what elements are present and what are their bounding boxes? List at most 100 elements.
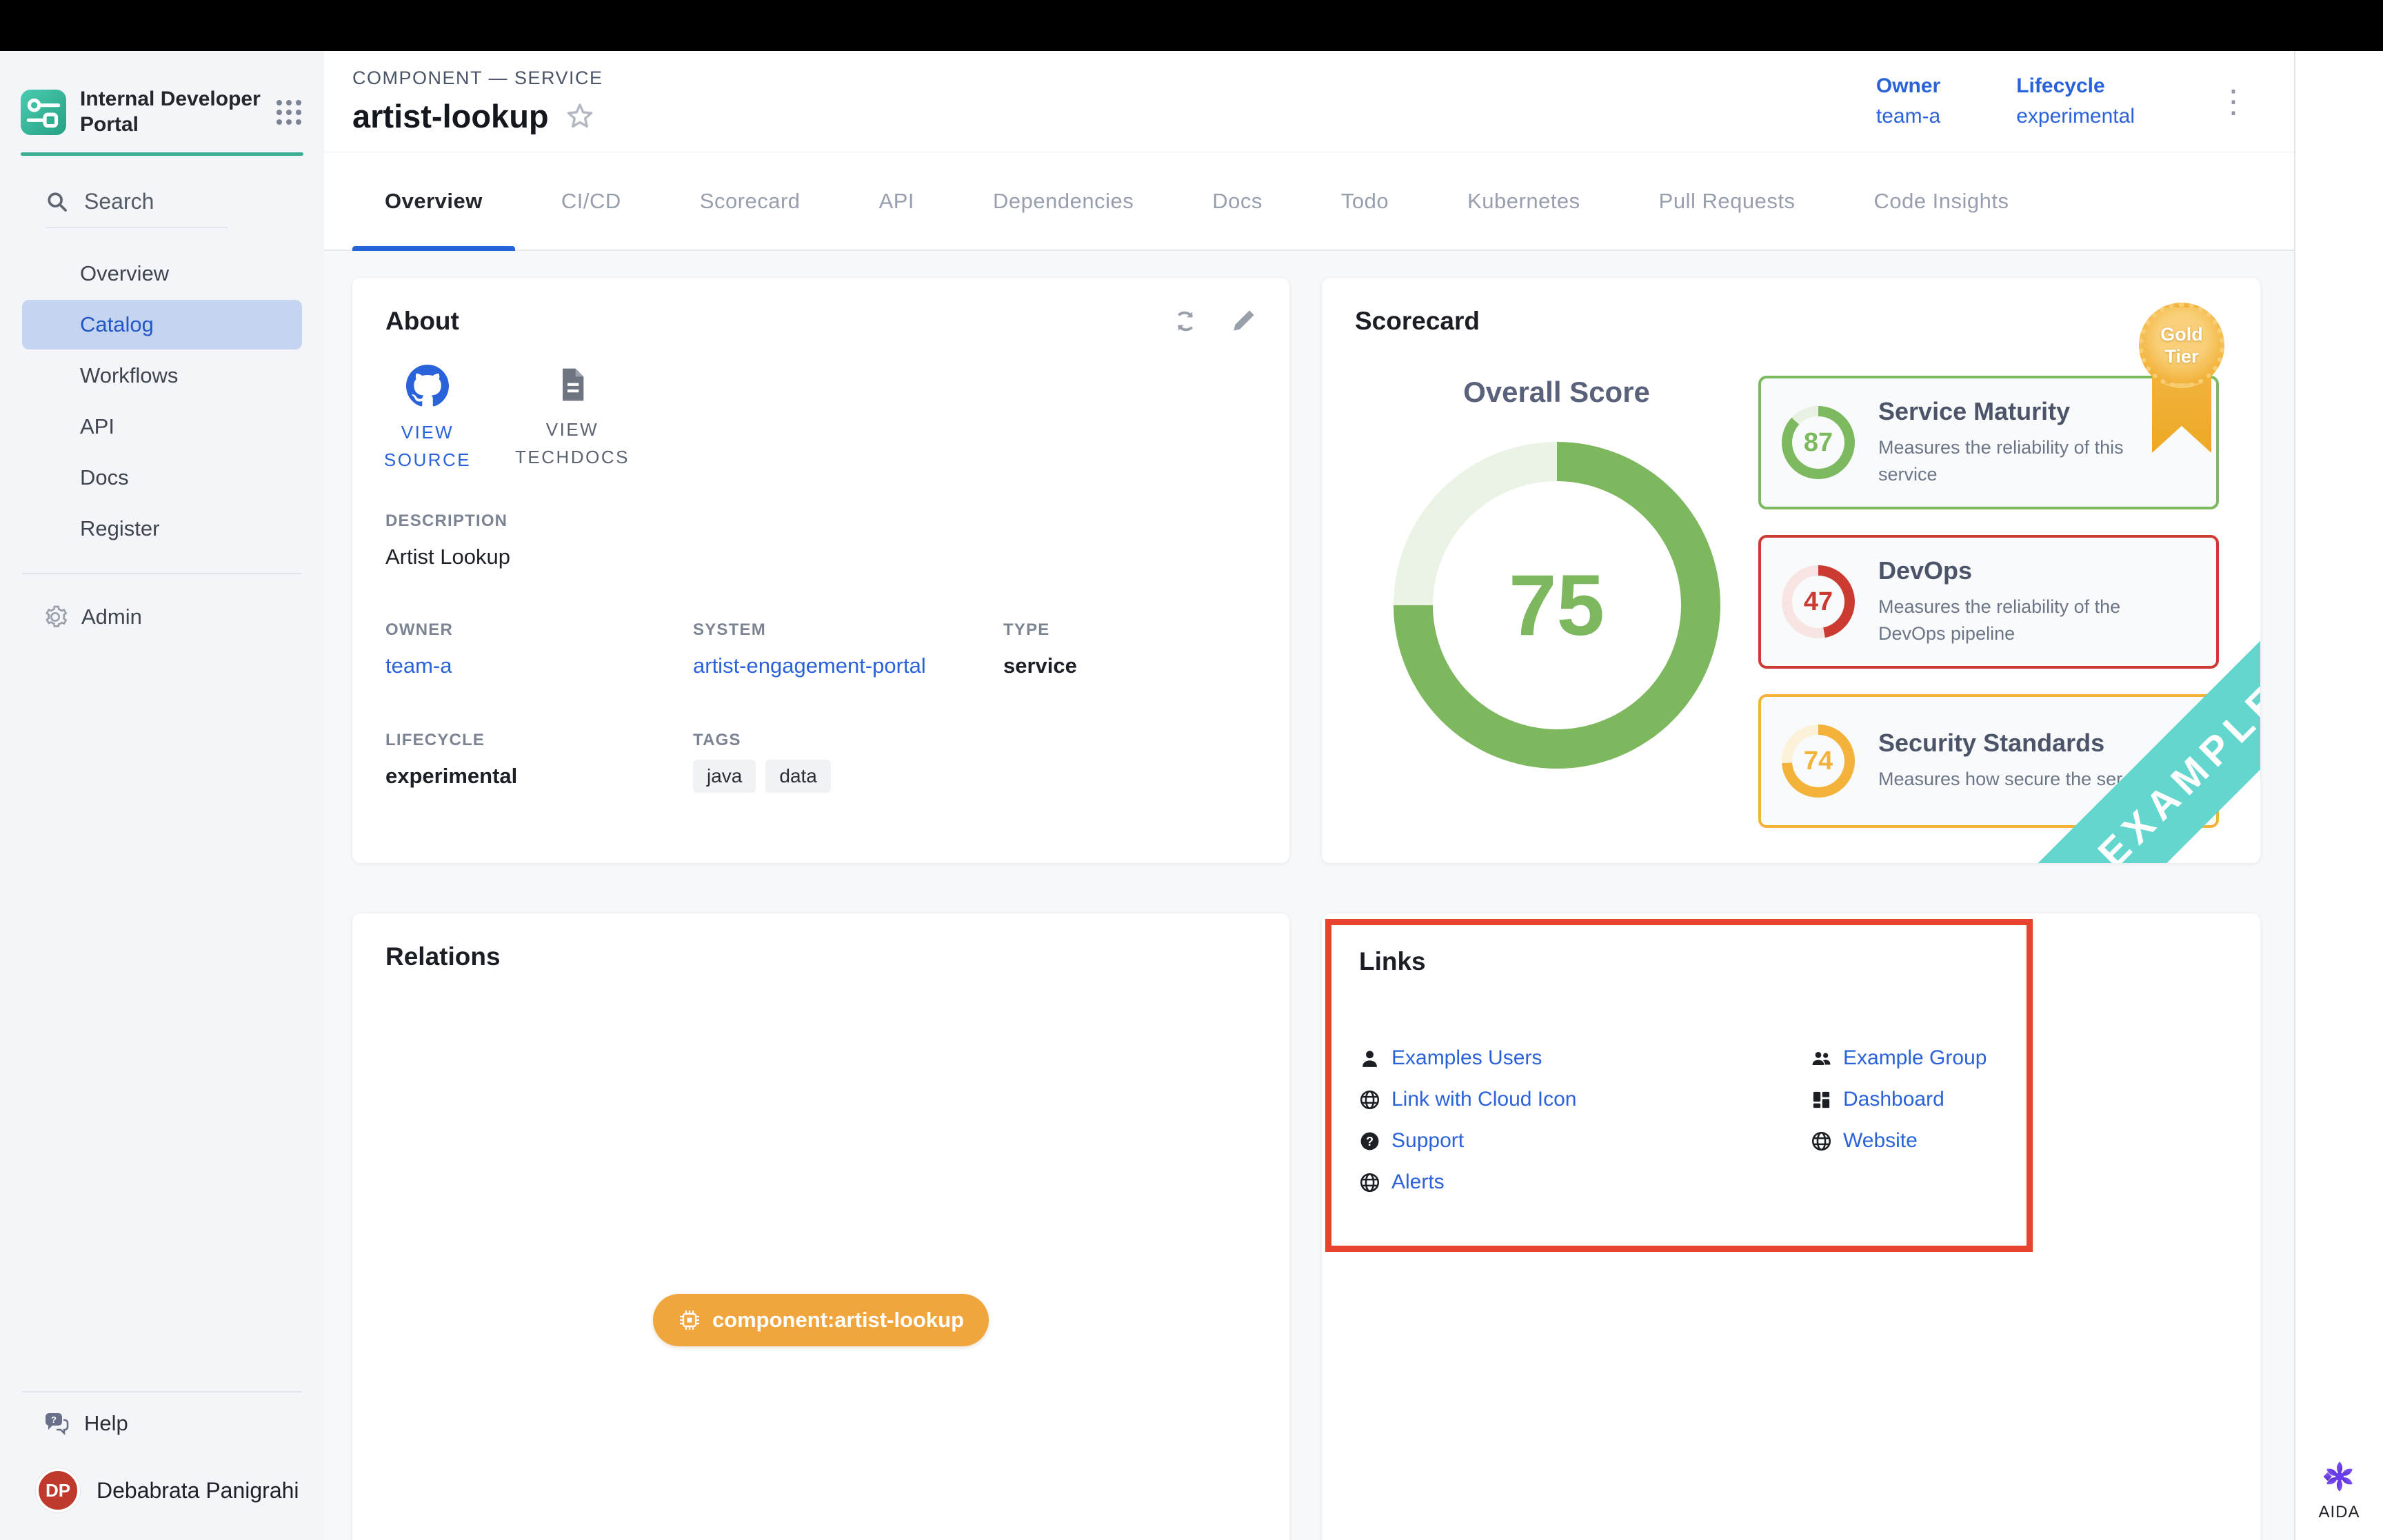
help-circle-icon: [1359, 1131, 1380, 1152]
system-link[interactable]: artist-engagement-portal: [693, 654, 1003, 678]
globe-icon: [1359, 1089, 1380, 1111]
link-examples-users[interactable]: Examples Users: [1359, 1046, 1811, 1070]
sidebar-search[interactable]: Search: [0, 189, 324, 214]
sidebar-item-register[interactable]: Register: [22, 504, 302, 554]
entity-tabs: Overview CI/CD Scorecard API Dependencie…: [324, 152, 2294, 251]
lifecycle-label: Lifecycle: [2016, 74, 2135, 98]
component-chip-icon: [678, 1308, 701, 1332]
relation-node-chip[interactable]: component:artist-lookup: [653, 1294, 989, 1346]
gold-tier-badge: Gold Tier: [2139, 303, 2224, 388]
scorecard-card: Scorecard Gold Tier Overall Score 75: [1322, 278, 2260, 863]
group-icon: [1811, 1048, 1832, 1069]
header-lifecycle: Lifecycle experimental: [2016, 74, 2135, 128]
edit-pencil-icon[interactable]: [1230, 307, 1258, 334]
view-source-label: VIEW SOURCE: [376, 418, 479, 474]
sidebar-item-admin[interactable]: Admin: [0, 592, 324, 642]
tag-chip[interactable]: data: [765, 760, 831, 793]
tab-dependencies[interactable]: Dependencies: [961, 152, 1166, 250]
sidebar: Internal Developer Portal Search Overvie…: [0, 51, 324, 1540]
metric-devops[interactable]: 47 DevOps Measures the reliability of th…: [1758, 535, 2219, 669]
admin-label: Admin: [81, 605, 142, 629]
apps-grid-icon[interactable]: [274, 98, 303, 127]
metric-donut: 47: [1782, 565, 1855, 638]
overall-donut: 75: [1394, 442, 1720, 769]
sidebar-item-overview[interactable]: Overview: [22, 249, 302, 298]
tab-cicd[interactable]: CI/CD: [529, 152, 654, 250]
overall-score-label: Overall Score: [1463, 376, 1650, 409]
description-label: DESCRIPTION: [385, 511, 1256, 531]
tab-scorecard[interactable]: Scorecard: [667, 152, 833, 250]
brand: Internal Developer Portal: [0, 87, 324, 137]
tab-overview[interactable]: Overview: [352, 152, 515, 250]
svg-text:?: ?: [51, 1415, 57, 1425]
metric-donut: 74: [1782, 725, 1855, 798]
right-rail: AIDA: [2294, 51, 2383, 1540]
nav-divider: [22, 573, 302, 574]
link-example-group[interactable]: Example Group: [1811, 1046, 1999, 1070]
avatar: DP: [36, 1468, 80, 1512]
tab-code-insights[interactable]: Code Insights: [1841, 152, 2041, 250]
help-label: Help: [84, 1411, 128, 1436]
search-label: Search: [84, 189, 154, 214]
view-source-link[interactable]: VIEW SOURCE: [376, 365, 479, 474]
help-button[interactable]: ? Help: [0, 1410, 324, 1437]
overall-score-value: 75: [1509, 556, 1605, 655]
user-name: Debabrata Panigrahi: [97, 1478, 299, 1503]
link-alerts[interactable]: Alerts: [1359, 1171, 1811, 1194]
red-highlight-box: Links Examples Users Link with Cloud Ico…: [1325, 919, 2033, 1252]
tag-chip[interactable]: java: [693, 760, 756, 793]
globe-icon: [1811, 1131, 1832, 1152]
sidebar-item-catalog[interactable]: Catalog: [22, 300, 302, 349]
gear-icon: [43, 605, 68, 629]
field-owner: OWNER team-a: [385, 620, 693, 678]
aida-logo-icon[interactable]: [2322, 1459, 2357, 1495]
link-support[interactable]: Support: [1359, 1129, 1811, 1153]
user-menu[interactable]: DP Debabrata Panigrahi: [0, 1468, 324, 1512]
link-with-cloud-icon[interactable]: Link with Cloud Icon: [1359, 1088, 1811, 1111]
brand-divider: [21, 152, 303, 156]
owner-value[interactable]: team-a: [1876, 105, 1940, 128]
tab-api[interactable]: API: [847, 152, 947, 250]
relation-node-label: component:artist-lookup: [712, 1308, 964, 1333]
refresh-icon[interactable]: [1171, 307, 1200, 336]
user-icon: [1359, 1048, 1380, 1069]
tab-pull-requests[interactable]: Pull Requests: [1627, 152, 1828, 250]
scorecard-title: Scorecard: [1355, 307, 2219, 336]
metric-donut: 87: [1782, 406, 1855, 479]
breadcrumb: COMPONENT — SERVICE: [352, 68, 603, 89]
field-tags: TAGS java data: [693, 731, 1003, 793]
sidebar-nav: Overview Catalog Workflows API Docs Regi…: [0, 247, 324, 555]
link-website[interactable]: Website: [1811, 1129, 1999, 1153]
metric-name: DevOps: [1878, 556, 2175, 585]
sidebar-item-docs[interactable]: Docs: [22, 453, 302, 503]
page-title: artist-lookup: [352, 97, 549, 135]
relations-card: Relations component:artist-lookup: [352, 913, 1289, 1540]
owner-link[interactable]: team-a: [385, 654, 693, 678]
view-techdocs-label: VIEW TECHDOCS: [515, 416, 630, 472]
description-value: Artist Lookup: [385, 545, 1256, 569]
metric-description: Measures the reliability of the DevOps p…: [1878, 594, 2175, 647]
field-type: TYPE service: [1003, 620, 1256, 678]
view-techdocs-link[interactable]: VIEW TECHDOCS: [521, 365, 624, 474]
favorite-star-icon[interactable]: [564, 101, 596, 132]
field-system: SYSTEM artist-engagement-portal: [693, 620, 1003, 678]
search-icon: [46, 190, 69, 214]
sidebar-item-api[interactable]: API: [22, 402, 302, 452]
links-title: Links: [1359, 947, 1999, 976]
field-lifecycle: LIFECYCLE experimental: [385, 731, 693, 793]
metric-service-maturity[interactable]: 87 Service Maturity Measures the reliabi…: [1758, 376, 2219, 509]
tab-todo[interactable]: Todo: [1309, 152, 1421, 250]
techdocs-icon: [553, 365, 592, 405]
tab-docs[interactable]: Docs: [1180, 152, 1295, 250]
sidebar-item-workflows[interactable]: Workflows: [22, 351, 302, 401]
link-dashboard[interactable]: Dashboard: [1811, 1088, 1999, 1111]
more-menu-icon[interactable]: ⋮: [2211, 85, 2256, 117]
lifecycle-value: experimental: [385, 764, 693, 789]
bottom-divider: [22, 1391, 302, 1392]
relations-title: Relations: [385, 942, 1256, 971]
owner-label: Owner: [1876, 74, 1940, 98]
metric-description: Measures how secure the ser: [1878, 766, 2122, 793]
tab-kubernetes[interactable]: Kubernetes: [1435, 152, 1613, 250]
entity-header: COMPONENT — SERVICE artist-lookup Owner …: [324, 51, 2294, 152]
metric-description: Measures the reliability of this service: [1878, 434, 2175, 488]
